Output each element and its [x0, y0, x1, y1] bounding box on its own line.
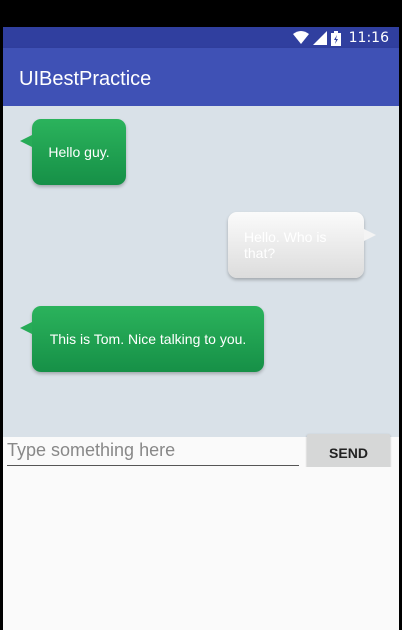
status-icons: 11:16	[292, 30, 389, 46]
wifi-icon	[292, 31, 309, 44]
message-list[interactable]: Hello guy. Hello. Who is that? This is T…	[3, 106, 399, 437]
message-bubble-sent: Hello. Who is that?	[228, 212, 376, 278]
battery-icon	[330, 30, 341, 46]
app-title: UIBestPractice	[19, 68, 152, 90]
message-input[interactable]	[7, 437, 299, 466]
app-bar: UIBestPractice	[3, 48, 399, 106]
status-time: 11:16	[348, 30, 389, 46]
blank-area	[3, 467, 399, 630]
cell-signal-icon	[312, 31, 327, 45]
message-text: This is Tom. Nice talking to you.	[49, 331, 247, 347]
phone-screen: 11:16 UIBestPractice Hello guy. Hello. W…	[3, 27, 399, 630]
status-bar: 11:16	[3, 27, 399, 48]
message-bubble-received: This is Tom. Nice talking to you.	[20, 306, 264, 372]
message-bubble-received: Hello guy.	[20, 119, 126, 185]
message-text: Hello guy.	[48, 144, 110, 160]
composer: SEND	[3, 434, 399, 472]
message-text: Hello. Who is that?	[244, 229, 327, 261]
